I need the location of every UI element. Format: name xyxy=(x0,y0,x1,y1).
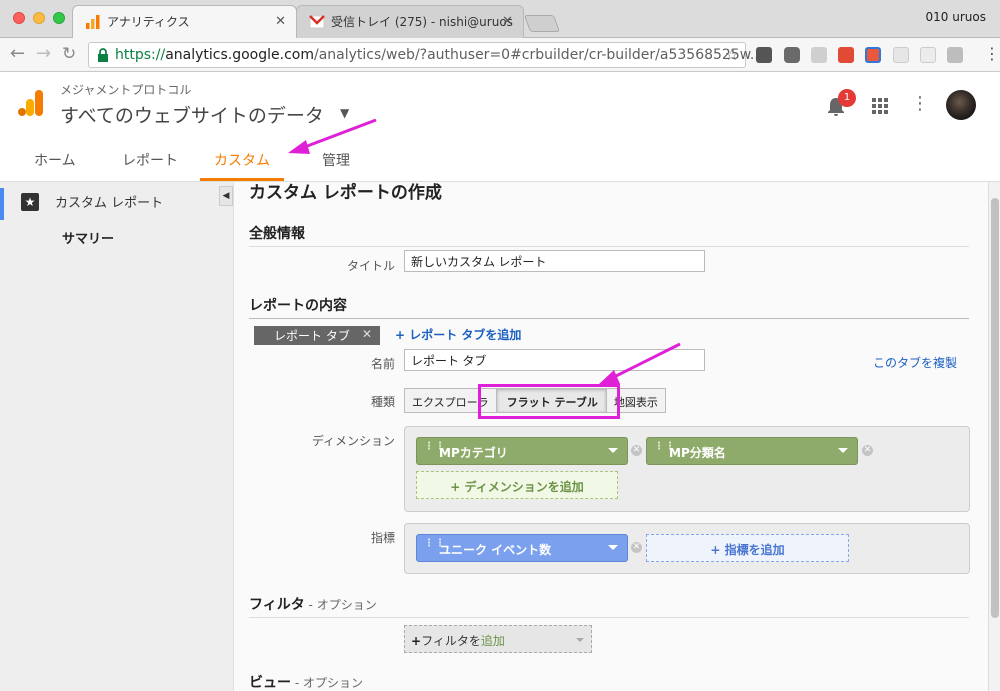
duplicate-tab-link[interactable]: このタブを複製 xyxy=(873,354,957,371)
general-info-heading: 全般情報 xyxy=(249,226,305,242)
close-window-button[interactable] xyxy=(13,12,25,24)
metric-chip-label: ユニーク イベント数 xyxy=(439,543,552,557)
dimension-chip[interactable]: ⋮⋮ MPカテゴリ xyxy=(416,437,628,465)
chevron-down-icon[interactable] xyxy=(608,448,618,453)
chevron-down-icon[interactable] xyxy=(608,545,618,550)
dimension-label: ディメンション xyxy=(311,434,395,448)
collapse-sidebar-button[interactable]: ◀ xyxy=(219,186,233,206)
ga-header: メジャメントプロトコル すべてのウェブサイトのデータ ▼ 1 ⋮ ホーム レポー… xyxy=(0,72,1000,182)
close-tab-icon[interactable]: ✕ xyxy=(275,6,286,38)
add-filter-button[interactable]: +フィルタを追加 xyxy=(404,625,592,653)
dimension-chip-label: MP分類名 xyxy=(669,446,726,460)
nav-custom[interactable]: カスタム xyxy=(214,150,270,170)
extension-red-icon[interactable] xyxy=(838,47,854,63)
browser-toolbar: ← → ↻ https://analytics.google.com/analy… xyxy=(0,38,1000,72)
extension-bookmark-icon[interactable] xyxy=(756,47,772,63)
gmail-favicon-icon xyxy=(309,15,325,29)
name-label: 名前 xyxy=(370,357,395,371)
remove-icon[interactable]: ✕ xyxy=(631,542,642,553)
tab-gmail[interactable]: 受信トレイ (275) - nishi@uruos ✕ xyxy=(296,5,524,38)
property-selector[interactable]: すべてのウェブサイトのデータ xyxy=(60,101,324,128)
more-vert-icon[interactable]: ⋮ xyxy=(911,94,929,114)
tab-title: アナリティクス xyxy=(107,15,190,29)
extension-shield-icon[interactable] xyxy=(893,47,909,63)
extension-drive-icon[interactable] xyxy=(947,47,963,63)
divider xyxy=(249,246,969,247)
close-icon[interactable]: ✕ xyxy=(362,327,372,341)
type-label: 種類 xyxy=(370,395,395,409)
tab-title: 受信トレイ (275) - nishi@uruos xyxy=(331,15,513,29)
report-tab-label: レポート タブ xyxy=(274,329,350,343)
remove-icon[interactable]: ✕ xyxy=(862,445,873,456)
name-input[interactable] xyxy=(404,349,705,371)
url-text: https://analytics.google.com/analytics/w… xyxy=(115,47,764,63)
chevron-down-icon[interactable] xyxy=(838,448,848,453)
dimension-chip[interactable]: ⋮⋮ MP分類名 xyxy=(646,437,858,465)
nav-home[interactable]: ホーム xyxy=(34,150,76,170)
address-bar[interactable]: https://analytics.google.com/analytics/w… xyxy=(88,42,763,68)
chevron-down-icon xyxy=(576,638,584,642)
view-heading: ビュー - オプション xyxy=(249,675,363,691)
dimension-panel: ⋮⋮ MPカテゴリ ✕ ⋮⋮ MP分類名 ✕ + ディメンションを追加 xyxy=(404,426,970,512)
star-icon: ★ xyxy=(21,193,39,211)
report-content-heading: レポートの内容 xyxy=(249,298,347,314)
sidebar-active-indicator xyxy=(0,188,4,220)
scroll-thumb[interactable] xyxy=(991,198,999,618)
add-report-tab-link[interactable]: + レポート タブを追加 xyxy=(395,326,521,343)
new-tab-button[interactable] xyxy=(523,15,561,32)
report-tab[interactable]: レポート タブ ✕ xyxy=(254,326,380,345)
nav-admin[interactable]: 管理 xyxy=(322,150,350,170)
metric-chip[interactable]: ⋮⋮ ユニーク イベント数 xyxy=(416,534,628,562)
account-name: メジャメントプロトコル xyxy=(60,83,192,97)
extension-pocket-icon[interactable] xyxy=(784,47,800,63)
metric-label: 指標 xyxy=(370,531,395,545)
apps-grid-icon[interactable] xyxy=(872,98,888,114)
close-tab-icon[interactable]: ✕ xyxy=(502,6,513,38)
analytics-logo-icon xyxy=(18,90,43,116)
browser-tab-strip: アナリティクス ✕ 受信トレイ (275) - nishi@uruos ✕ 01… xyxy=(0,0,1000,38)
reload-icon[interactable]: ↻ xyxy=(62,44,76,64)
title-input[interactable] xyxy=(404,250,705,272)
drag-handle-icon[interactable]: ⋮⋮ xyxy=(424,442,446,452)
extension-share-icon[interactable] xyxy=(811,47,827,63)
notification-badge: 1 xyxy=(838,89,856,107)
nav-reports[interactable]: レポート xyxy=(122,150,178,170)
page-title: カスタム レポートの作成 xyxy=(249,183,442,203)
back-arrow-icon[interactable]: ← xyxy=(10,44,25,64)
filter-heading: フィルタ - オプション xyxy=(249,597,377,613)
browser-menu-icon[interactable]: ⋮ xyxy=(984,46,1000,62)
forward-arrow-icon[interactable]: → xyxy=(36,44,51,64)
title-label: タイトル xyxy=(346,259,395,273)
lock-icon xyxy=(98,48,108,62)
divider xyxy=(249,617,969,618)
tab-analytics[interactable]: アナリティクス ✕ xyxy=(72,5,297,38)
annotation-highlight-box xyxy=(478,384,620,419)
zoom-window-button[interactable] xyxy=(53,12,65,24)
bookmark-star-icon[interactable]: ☆ xyxy=(725,45,739,64)
sidebar-item-custom-reports[interactable]: カスタム レポート xyxy=(55,192,163,211)
extension-blue-red-icon[interactable] xyxy=(865,47,881,63)
metric-panel: ⋮⋮ ユニーク イベント数 ✕ + 指標を追加 xyxy=(404,523,970,574)
add-dimension-button[interactable]: + ディメンションを追加 xyxy=(416,471,618,499)
profile-name[interactable]: 010 uruos xyxy=(926,10,986,24)
add-metric-button[interactable]: + 指標を追加 xyxy=(646,534,849,562)
remove-icon[interactable]: ✕ xyxy=(631,445,642,456)
extension-gray-icon[interactable] xyxy=(920,47,936,63)
scrollbar[interactable] xyxy=(988,182,1000,691)
drag-handle-icon[interactable]: ⋮⋮ xyxy=(654,442,676,452)
divider xyxy=(249,318,969,319)
sidebar: ★ カスタム レポート サマリー xyxy=(0,182,234,691)
analytics-favicon-icon xyxy=(86,15,100,29)
dimension-chip-label: MPカテゴリ xyxy=(439,446,508,460)
avatar[interactable] xyxy=(946,90,976,120)
sidebar-item-summary[interactable]: サマリー xyxy=(62,228,114,247)
drag-handle-icon[interactable]: ⋮⋮ xyxy=(424,539,446,549)
caret-down-icon[interactable]: ▼ xyxy=(340,106,349,120)
minimize-window-button[interactable] xyxy=(33,12,45,24)
main-content: カスタム レポートの作成 全般情報 タイトル レポートの内容 レポート タブ ✕… xyxy=(234,182,988,691)
